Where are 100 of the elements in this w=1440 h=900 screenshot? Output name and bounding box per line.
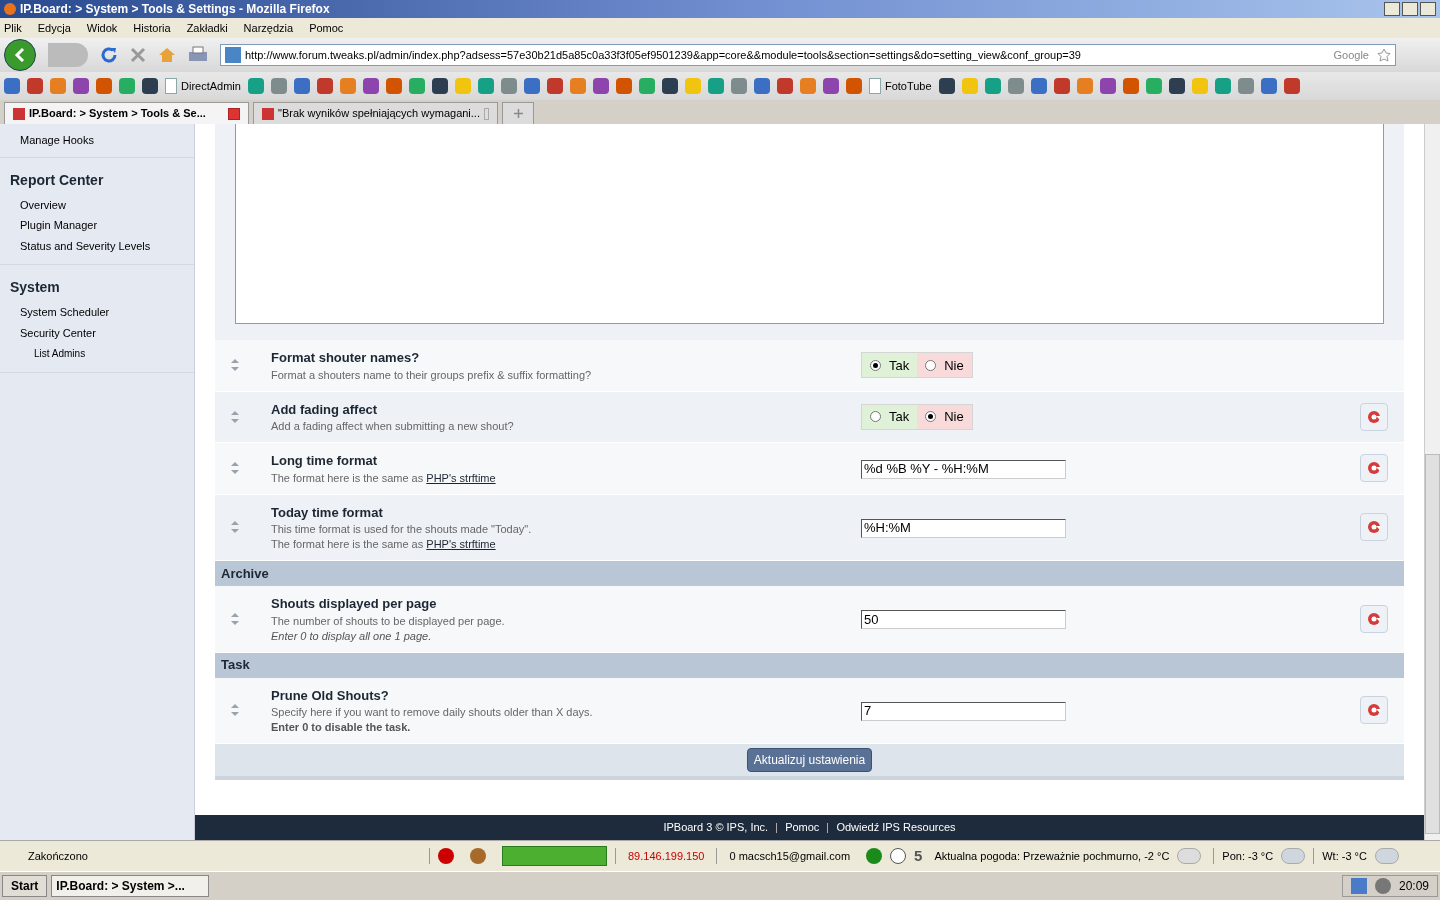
new-tab-button[interactable] [502,102,534,124]
bookmark-icon[interactable] [1053,78,1070,94]
drag-handle-icon[interactable] [231,359,239,372]
radio-option[interactable]: Nie [917,353,972,378]
footer-link[interactable]: IPBoard 3 © IPS, Inc. [663,819,769,836]
bookmark-icon[interactable] [1283,78,1300,94]
setting-description: Enter 0 to disable the task. [271,720,412,735]
close-button[interactable] [1420,2,1436,16]
minimize-button[interactable] [1384,2,1400,16]
setting-title: Today time format [271,503,384,522]
bookmark-icon[interactable] [142,78,158,94]
bookmark-item[interactable]: DirectAdmin [165,77,241,95]
bookmark-icon[interactable] [753,78,770,94]
footer-link[interactable]: Odwiedź IPS Resources [836,819,956,836]
radio-option[interactable]: Tak [862,404,918,429]
forecast-text: Wt: -3 °C [1313,847,1375,865]
undo-icon [1367,520,1381,535]
radio-option[interactable]: Tak [862,353,918,378]
bookmark-icon[interactable] [1099,78,1116,94]
menu-item[interactable]: Historia [133,19,171,37]
setting-description: The format here is the same as PHP's strftime [271,537,497,552]
revert-button[interactable] [1360,402,1388,431]
browser-tab[interactable]: "Brak wyników spełniających wymagani... [253,102,498,124]
undo-icon [1367,703,1381,718]
menu-item[interactable]: Edycja [37,19,71,37]
text-field[interactable]: 50 [861,610,1066,629]
revert-button[interactable] [1360,604,1388,633]
back-button[interactable] [4,39,36,71]
bookmark-icon[interactable] [1168,78,1185,94]
star-icon[interactable] [1377,48,1391,62]
menu-item[interactable]: Plik [4,19,22,37]
text-field[interactable]: 7 [861,701,1066,721]
restore-button[interactable] [1402,2,1418,16]
sidebar-link[interactable]: Overview [0,194,194,215]
bookmark-icon[interactable] [938,78,955,94]
bookmark-icon[interactable] [316,78,333,94]
bookmark-icon[interactable] [776,78,793,94]
forecast-text: Pon: -3 °C [1213,847,1282,865]
revert-button[interactable] [1360,513,1388,542]
setting-title: Shouts displayed per page [271,595,438,613]
revert-button[interactable] [1360,696,1388,725]
drag-handle-icon[interactable] [231,612,239,625]
setting-title: Format shouter names? [271,349,421,367]
mail-status[interactable]: 0 macsch15@gmail.com [716,847,863,865]
sidebar-sublink[interactable]: List Admins [0,343,194,364]
printer-icon[interactable] [188,46,208,64]
clock-text: 20:09 [1398,878,1429,895]
revert-button[interactable] [1360,454,1388,483]
bookmark-icon[interactable] [1030,78,1047,94]
taskbar-item[interactable]: IP.Board: > System >... [51,875,210,897]
setting-description: This time format is used for the shouts made "Today". [271,522,533,537]
tab-favicon [13,107,25,120]
close-tab-icon[interactable] [228,107,240,120]
home-icon[interactable] [158,46,176,64]
bookmark-icon[interactable] [362,78,379,94]
bookmark-icon[interactable] [661,78,678,94]
bookmark-icon[interactable] [293,78,310,94]
menu-item[interactable]: Pomoc [309,19,344,37]
undo-icon [1367,611,1381,626]
sidebar-link[interactable]: Security Center [0,322,194,343]
radio-option[interactable]: Nie [917,404,972,429]
scrollbar[interactable] [1424,124,1440,840]
bookmark-icon[interactable] [523,78,540,94]
bookmark-icon[interactable] [822,78,839,94]
start-button[interactable]: Start [2,875,48,897]
menu-item[interactable]: Narzędzia [243,19,294,37]
bookmark-icon[interactable] [1260,78,1277,94]
weather-text: Aktualna pogoda: Przeważnie pochmurno, -2 °C [933,848,1171,864]
browser-tab[interactable]: IP.Board: > System > Tools & Se... [4,102,249,124]
footer-link[interactable]: Pomoc [785,819,820,836]
section-header: Task [215,652,1404,678]
reload-icon[interactable] [100,46,118,64]
text-field[interactable]: %H:%M [861,518,1066,538]
strftime-link[interactable]: PHP's strftime [426,471,496,484]
drag-handle-icon[interactable] [231,462,239,475]
setting-description: The number of shouts to be displayed per page. [271,613,506,629]
bookmark-icon[interactable] [546,78,563,94]
setting-description: Specify here if you want to remove daily shouts older than X days. [271,705,594,720]
setting-description: Add a fading affect when submitting a new shout? [271,419,515,434]
setting-description: The format here is the same as PHP's strftime [271,470,497,486]
menu-item[interactable]: Zakładki [186,19,228,37]
strftime-link[interactable]: PHP's strftime [426,538,496,550]
bookmark-item[interactable]: FotoTube [868,77,932,95]
bookmark-icon[interactable] [592,78,609,94]
text-field[interactable]: %d %B %Y - %H:%M [861,459,1066,479]
sidebar-link[interactable]: Status and Severity Levels [0,235,194,256]
setting-title: Long time format [271,452,379,470]
menu-item[interactable]: Widok [86,19,118,37]
drag-handle-icon[interactable] [231,704,239,717]
bookmark-icon[interactable] [431,78,448,94]
stop-icon[interactable] [130,47,146,63]
sidebar-link[interactable]: Manage Hooks [0,124,194,158]
counter-text: 5 [913,845,924,866]
sidebar-link[interactable]: Plugin Manager [0,215,194,236]
submit-button[interactable]: Aktualizuj ustawienia [746,748,873,772]
drag-handle-icon[interactable] [231,410,239,423]
address-bar[interactable]: http://www.forum.tweaks.pl/admin/index.php?adsess=57e30b21d5a85c0a33f3f05ef9501239&app=core&&module=tools&section=settings&do=setting_view&conf_group=39 Google [220,44,1396,66]
drag-handle-icon[interactable] [231,521,239,534]
sidebar-link[interactable]: System Scheduler [0,302,194,323]
forward-button[interactable] [48,43,88,67]
